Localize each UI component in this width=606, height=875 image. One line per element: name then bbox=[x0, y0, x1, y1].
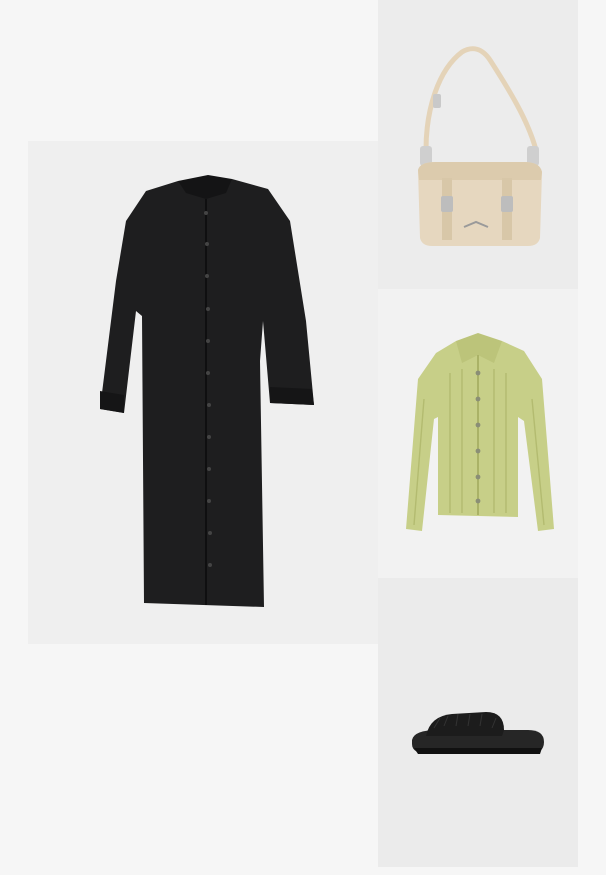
product-tile-shoulder-bag[interactable] bbox=[378, 0, 578, 289]
ribbed-cardigan-image bbox=[406, 333, 554, 531]
product-tile-ribbed-cardigan[interactable] bbox=[378, 289, 578, 578]
shoulder-bag-image bbox=[418, 46, 542, 246]
shirt-dress-image bbox=[100, 175, 314, 607]
product-tile-fur-slide-sandal[interactable] bbox=[378, 578, 578, 867]
product-tile-shirt-dress[interactable] bbox=[28, 141, 378, 644]
outfit-collage: { "collage": { "background_color": "#f6f… bbox=[0, 0, 606, 875]
fur-slide-sandal-image bbox=[412, 712, 544, 754]
